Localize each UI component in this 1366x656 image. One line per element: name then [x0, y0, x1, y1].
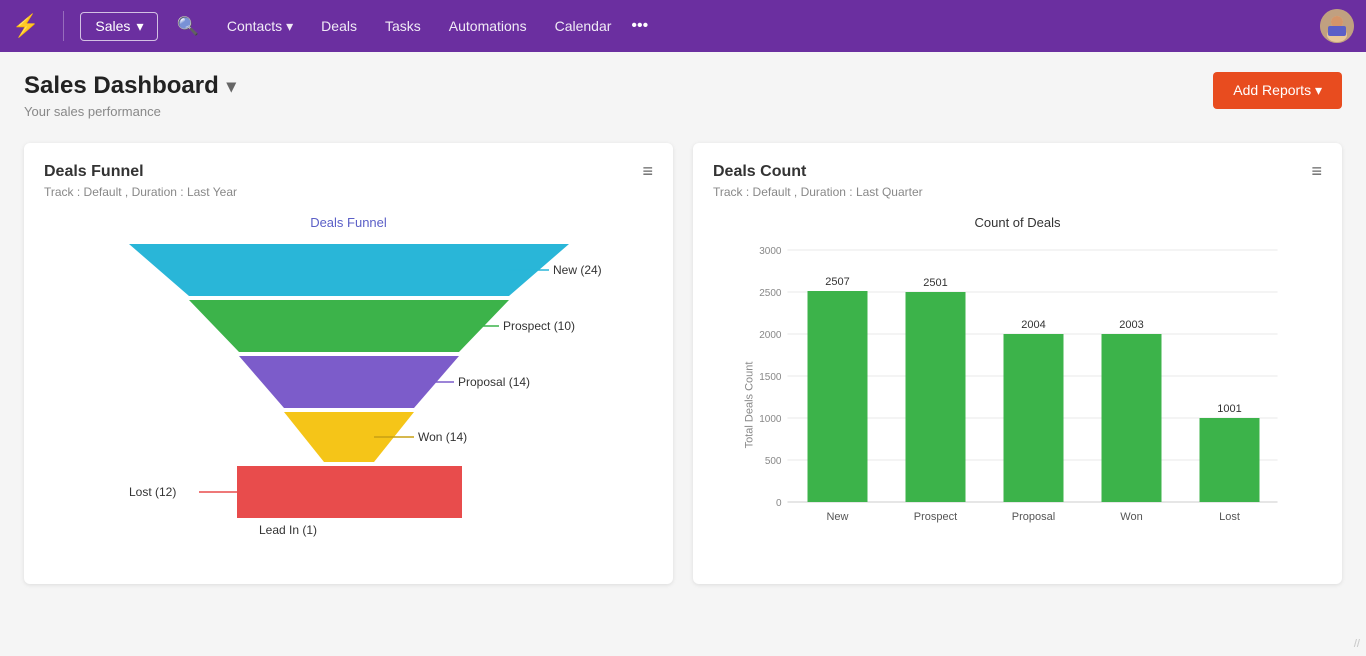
funnel-label-won: Won (14)	[418, 430, 467, 444]
sales-dropdown[interactable]: Sales ▾	[80, 12, 158, 41]
bar-label-lost: Lost	[1219, 511, 1240, 523]
funnel-chart-title: Deals Funnel	[44, 215, 653, 230]
tasks-label: Tasks	[385, 18, 421, 34]
funnel-label-new: New (24)	[553, 263, 602, 277]
ytick-3000: 3000	[759, 246, 782, 257]
cards-row: ≡ Deals Funnel Track : Default , Duratio…	[24, 143, 1342, 584]
bar-label-won-val: 2003	[1119, 319, 1143, 331]
nav-deals[interactable]: Deals	[309, 12, 369, 40]
funnel-stage-lost	[237, 466, 462, 518]
bar-label-prospect: Prospect	[914, 511, 957, 523]
funnel-label-leadin: Lead In (1)	[259, 523, 317, 537]
bar-chart: Total Deals Count 3000 2500 2000 1500	[713, 240, 1322, 555]
bar-proposal	[1004, 334, 1064, 502]
bar-card-title: Deals Count	[713, 163, 1322, 181]
dropdown-label: Sales	[95, 18, 130, 34]
bar-prospect	[906, 292, 966, 502]
deals-label: Deals	[321, 18, 357, 34]
funnel-menu-icon[interactable]: ≡	[642, 161, 653, 182]
title-arrow[interactable]: ▾	[227, 76, 236, 97]
top-navigation: ⚡ Sales ▾ 🔍 Contacts ▾ Deals Tasks Autom…	[0, 0, 1366, 52]
contacts-arrow: ▾	[286, 18, 293, 35]
bar-new	[808, 291, 868, 502]
bar-chart-card: ≡ Deals Count Track : Default , Duration…	[693, 143, 1342, 584]
ytick-2500: 2500	[759, 288, 782, 299]
funnel-card-title: Deals Funnel	[44, 163, 653, 181]
funnel-card-subtitle: Track : Default , Duration : Last Year	[44, 185, 653, 199]
bar-card-subtitle: Track : Default , Duration : Last Quarte…	[713, 185, 1322, 199]
funnel-card-header: ≡ Deals Funnel Track : Default , Duratio…	[44, 163, 653, 199]
funnel-stage-new	[129, 244, 569, 296]
nav-automations[interactable]: Automations	[437, 12, 539, 40]
bar-label-proposal-val: 2004	[1021, 319, 1045, 331]
page-header: Sales Dashboard ▾ Your sales performance…	[24, 72, 1342, 119]
watermark-right: //	[1354, 638, 1360, 650]
avatar[interactable]	[1320, 9, 1354, 43]
funnel-label-prospect: Prospect (10)	[503, 319, 575, 333]
dropdown-arrow: ▾	[136, 18, 143, 35]
nav-calendar[interactable]: Calendar	[543, 12, 624, 40]
ytick-1500: 1500	[759, 372, 782, 383]
nav-divider	[63, 11, 64, 41]
nav-contacts[interactable]: Contacts ▾	[215, 12, 305, 41]
funnel-chart: New (24) Prospect (10) Proposal (14) Won…	[44, 244, 653, 564]
search-icon[interactable]: 🔍	[176, 16, 198, 37]
automations-label: Automations	[449, 18, 527, 34]
bar-card-header: ≡ Deals Count Track : Default , Duration…	[713, 163, 1322, 199]
main-content: Sales Dashboard ▾ Your sales performance…	[0, 52, 1366, 604]
contacts-label: Contacts	[227, 18, 282, 34]
bar-label-lost-val: 1001	[1217, 403, 1241, 415]
page-title-area: Sales Dashboard ▾ Your sales performance	[24, 72, 236, 119]
nav-tasks[interactable]: Tasks	[373, 12, 433, 40]
bar-label-new-val: 2507	[825, 276, 849, 288]
add-reports-button[interactable]: Add Reports ▾	[1213, 72, 1342, 109]
bar-won	[1102, 334, 1162, 502]
bar-lost	[1200, 418, 1260, 502]
title-text: Sales Dashboard	[24, 72, 219, 100]
nav-more[interactable]: •••	[631, 17, 648, 35]
funnel-label-proposal: Proposal (14)	[458, 375, 530, 389]
bar-label-proposal: Proposal	[1012, 511, 1055, 523]
bar-menu-icon[interactable]: ≡	[1311, 161, 1322, 182]
funnel-card: ≡ Deals Funnel Track : Default , Duratio…	[24, 143, 673, 584]
nav-links: Contacts ▾ Deals Tasks Automations Calen…	[215, 12, 648, 41]
page-title: Sales Dashboard ▾	[24, 72, 236, 100]
ytick-1000: 1000	[759, 414, 782, 425]
bar-label-won: Won	[1120, 511, 1142, 523]
add-reports-label: Add Reports ▾	[1233, 82, 1322, 99]
y-axis-label: Total Deals Count	[744, 362, 756, 449]
ytick-500: 500	[765, 456, 782, 467]
calendar-label: Calendar	[555, 18, 612, 34]
ytick-0: 0	[776, 498, 782, 509]
page-subtitle: Your sales performance	[24, 104, 236, 119]
bar-label-new: New	[826, 511, 848, 523]
bar-chart-title: Count of Deals	[713, 215, 1322, 230]
bar-label-prospect-val: 2501	[923, 277, 947, 289]
app-logo: ⚡	[12, 13, 39, 39]
funnel-label-lost: Lost (12)	[129, 485, 176, 499]
ytick-2000: 2000	[759, 330, 782, 341]
